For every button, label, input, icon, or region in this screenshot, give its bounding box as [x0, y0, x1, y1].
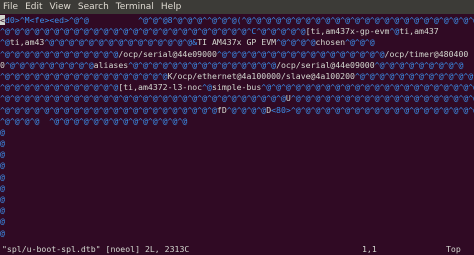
buffer-text: ^@^@^@ — [345, 37, 375, 48]
status-cursor-position: 1,1 — [362, 243, 377, 254]
buffer-text: chosen — [315, 37, 346, 48]
empty-line-marker: @ — [0, 194, 5, 204]
empty-line-marker: @ — [0, 126, 5, 137]
buffer-text: simple-bus — [211, 82, 262, 93]
buffer-text: ^@^@^@^@^@^@^@^@^@^@^@^@^@^@^@^@^@ — [216, 48, 385, 59]
buffer-text: ^@^@^@^@^@^@^@^@^@^@^@^@^@^@^@ — [128, 59, 277, 70]
buffer-text: ^@^@^@^@^@^@^@^@^@ — [374, 59, 464, 70]
empty-line-marker: @ — [0, 182, 5, 193]
buffer-text: ^@^@^@^@^@^@^@^@^@ — [4, 59, 94, 70]
buffer-text: ^@^@^@^@ — [226, 104, 267, 115]
buffer-line: ^@^@^@^@^@^@^@^@^@^@^@^@[ti,am4372-l3-no… — [0, 82, 474, 93]
buffer-text: ^@^@^@^@^@^@^@^@^@^@^@^@^@^@^@^@^@^@^@^@… — [0, 26, 306, 37]
buffer-text: ^@^@ — [69, 15, 89, 25]
buffer-text: ^@^@^@^@^@^@^@^@^@^@^@^@^@^@^@^@^@ — [0, 70, 168, 81]
buffer-text: [ti,am437x-gp-evm — [305, 26, 390, 37]
empty-line-marker: @ — [0, 205, 5, 216]
vim-status-line: "spl/u-boot-spl.dtb" [noeol] 2L, 2313C 1… — [0, 242, 474, 255]
buffer-line: <d0>^M<fe><ed>^@^@ ^@^@^@8^@^@^@^^@^@^@(… — [0, 15, 474, 26]
menu-edit[interactable]: Edit — [25, 0, 42, 14]
buffer-text: ^@^@^@8^@^@^@ — [138, 15, 203, 25]
buffer-line: ^@^@^@^@^@^@^@^@^@^@^@^@^@^@^@^@^@^@^@^@… — [0, 93, 474, 104]
buffer-text: TI AM437x GP EVM — [197, 37, 277, 48]
buffer-text: ^@^@^@^@^@^@^@^@^@^@^@^@^@^@^@^@^@^@^@^@ — [290, 93, 474, 104]
empty-line-marker: @ — [0, 216, 5, 227]
buffer-text: ^@^@^@^@^@^@^@^@^@^@^@^@^@^@^@^@^@^@^@^@… — [261, 82, 474, 93]
buffer-text: [ti,am4372-l3-noc — [118, 82, 203, 93]
buffer-line: ^@^@^@^@^@^@^@^@^@^@^@^@^@^@^@^@^@^@^@^@… — [0, 26, 474, 37]
buffer-text: K/ocp/ethernet@4a100000/slave@4a100200 — [167, 70, 355, 81]
terminal-window: File Edit View Search Terminal Help <d0>… — [0, 0, 474, 255]
buffer-text: ^@ — [0, 37, 10, 48]
buffer-text: <80> — [271, 104, 291, 115]
buffer-text: /ocp/serial@44e09000 — [276, 59, 375, 70]
buffer-line: ^@^@^@^@ ^@^@^@^@^@^@^@^@^@^@^@^@^@^@ — [0, 116, 474, 127]
buffer-text: ^@^@^@^@^@^@^@^@^@^@^@^@^@^@^@& — [44, 37, 198, 48]
buffer-text: /ocp/serial@44e09000 — [118, 48, 217, 59]
empty-line-marker: @ — [0, 171, 5, 182]
menu-file[interactable]: File — [3, 0, 18, 14]
menu-help[interactable]: Help — [161, 0, 182, 14]
buffer-line: ^@ti,am43^@^@^@^@^@^@^@^@^@^@^@^@^@^@^@&… — [0, 37, 474, 48]
buffer-text: ^@^@^@^@^@^@^@^@^@^@^@^@ — [0, 82, 119, 93]
menu-search[interactable]: Search — [78, 0, 109, 14]
buffer-text: ^@^@^@^@^@^@^@^@^@^@^@^@ — [0, 48, 119, 59]
buffer-text: ti,am437 — [399, 26, 439, 37]
status-file-info: "spl/u-boot-spl.dtb" [noeol] 2L, 2313C — [2, 243, 190, 254]
buffer-text: ^@ — [202, 82, 212, 93]
buffer-text: ^@ — [389, 26, 400, 37]
vim-buffer[interactable]: <d0>^M<fe><ed>^@^@ ^@^@^@8^@^@^@^^@^@^@(… — [0, 15, 474, 241]
buffer-text: d0> — [4, 15, 20, 25]
buffer-line: ^@^@^@^@^@^@^@^@^@^@^@^@^@^@^@^@^@K/ocp/… — [0, 71, 474, 82]
buffer-text: ^@^@^@^@ — [276, 37, 316, 48]
buffer-text: ^@^@^@^@^@^@^@^@^@^@^@^@^@^@^@^@^@^@^@^@ — [290, 104, 474, 115]
buffer-text: ti,am43 — [9, 37, 45, 48]
empty-line-marker: @ — [0, 227, 5, 238]
buffer-text: /ocp/timer@480400 — [384, 48, 469, 59]
empty-line-marker: @ — [0, 149, 5, 160]
buffer-text — [89, 15, 138, 25]
menu-terminal[interactable]: Terminal — [116, 0, 154, 14]
buffer-text: ^@^@^@^@ ^@^@^@^@^@^@^@^@^@^@^@^@^@^@ — [0, 115, 188, 126]
buffer-text: <fe><ed> — [29, 15, 70, 25]
buffer-text: fD — [216, 104, 227, 115]
menu-view[interactable]: View — [50, 0, 71, 14]
buffer-text: ^@^@^@^@^@^@^@^@^@^@^@^@^@^@^@^@^@^@^@^@… — [0, 104, 217, 115]
buffer-text: aliases — [93, 59, 129, 70]
status-scroll-position: Top — [446, 243, 461, 254]
buffer-text: ^@^@^@^@^@^@^@^@^@^@^@^@^@^@^@^@^@ — [354, 70, 474, 81]
buffer-line: ^@^@^@^@^@^@^@^@^@^@^@^@^@^@^@^@^@^@^@^@… — [0, 105, 474, 116]
empty-line-marker: @ — [0, 239, 474, 241]
buffer-text: ^@^@^@(^@^@^@^@^@^@^@^@^@^@^@^@^@^@^@^@^… — [207, 15, 474, 25]
menu-bar: File Edit View Search Terminal Help — [0, 0, 474, 14]
empty-line-marker: @ — [0, 160, 5, 171]
empty-line-marker: @ — [0, 138, 5, 149]
buffer-text: ^@^@^@^@^@^@^@^@^@^@^@^@^@^@^@^@^@^@^@^@… — [0, 93, 286, 104]
buffer-line: 0^@^@^@^@^@^@^@^@^@aliases^@^@^@^@^@^@^@… — [0, 60, 474, 71]
buffer-line: ^@^@^@^@^@^@^@^@^@^@^@^@/ocp/serial@44e0… — [0, 49, 474, 60]
